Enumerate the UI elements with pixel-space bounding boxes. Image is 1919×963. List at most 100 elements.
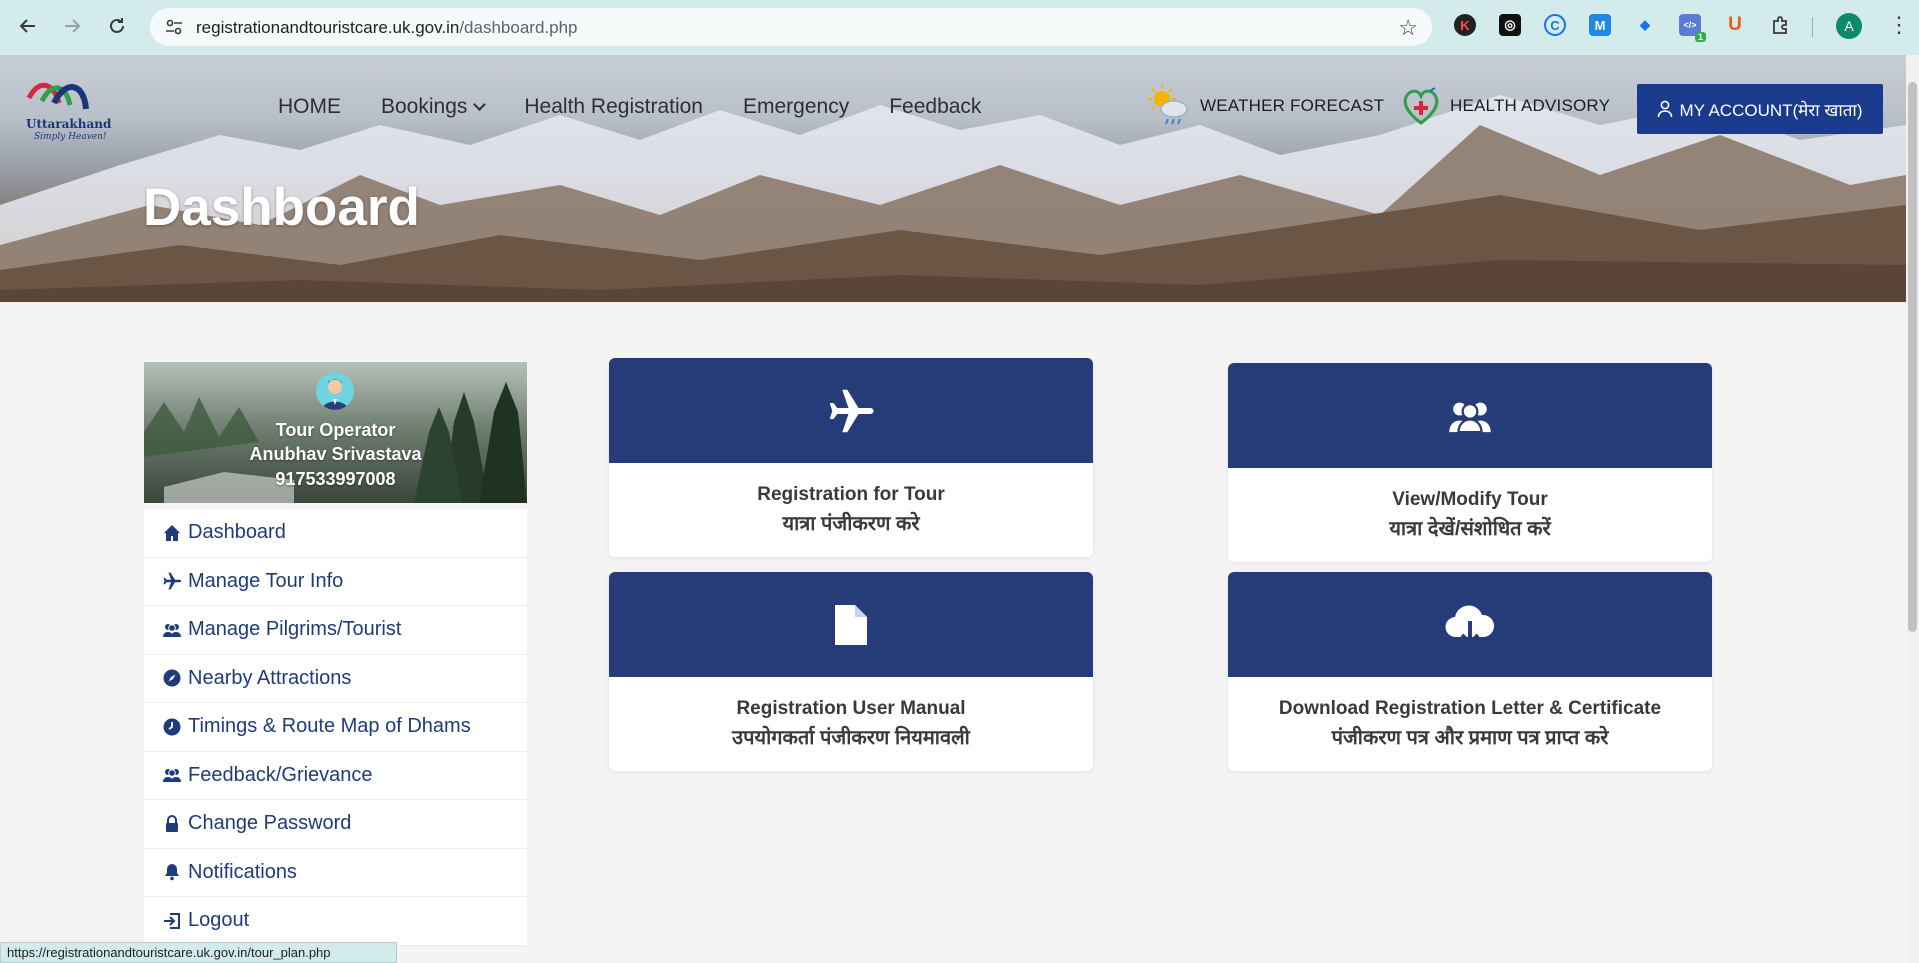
sidebar-item-label: Change Password: [188, 812, 352, 835]
compass-icon: [162, 668, 182, 688]
weather-cloud-sun-icon: [1148, 85, 1188, 125]
users-icon: [1449, 402, 1491, 433]
forward-icon[interactable]: [60, 14, 84, 38]
status-bar-url: https://registrationandtouristcare.uk.go…: [0, 942, 397, 963]
health-advisory-link[interactable]: HEALTH ADVISORY: [1400, 85, 1610, 127]
logout-icon: [162, 911, 182, 931]
sidebar-item-label: Logout: [188, 909, 250, 932]
back-icon[interactable]: [16, 14, 40, 38]
bookmark-star-icon[interactable]: ☆: [1398, 15, 1418, 41]
profile-card: Tour Operator Anubhav Srivastava 9175339…: [144, 362, 527, 503]
nav-health-registration[interactable]: Health Registration: [524, 95, 703, 119]
sidebar-item-logout[interactable]: Logout: [144, 897, 527, 946]
card-title-en: Registration User Manual: [736, 698, 966, 719]
home-icon: [162, 523, 182, 543]
card-view-modify-tour[interactable]: View/Modify Tour यात्रा देखें/संशोधित कर…: [1228, 363, 1712, 562]
toolbar-divider: [1812, 17, 1813, 37]
m-extension-icon[interactable]: M: [1589, 14, 1611, 36]
sidebar-item-nearby-attractions[interactable]: Nearby Attractions: [144, 655, 527, 703]
url-path: /dashboard.php: [459, 18, 578, 37]
url-host: registrationandtouristcare.uk.gov.in: [196, 18, 460, 37]
card-body: Registration for Tour यात्रा पंजीकरण करे: [609, 463, 1093, 557]
card-download-registration-letter[interactable]: Download Registration Letter & Certifica…: [1228, 572, 1712, 771]
card-title-en: Registration for Tour: [757, 484, 945, 505]
nav-bookings[interactable]: Bookings: [381, 95, 487, 119]
user-icon: [1658, 100, 1673, 118]
health-advisory-label: HEALTH ADVISORY: [1450, 96, 1611, 115]
profile-avatar[interactable]: A: [1836, 13, 1862, 39]
main-nav: HOME Bookings Health Registration Emerge…: [278, 95, 1021, 119]
card-title-hi: उपयोगकर्ता पंजीकरण नियमावली: [732, 727, 970, 749]
sidebar-item-manage-pilgrims[interactable]: Manage Pilgrims/Tourist: [144, 606, 527, 655]
extension-badge: 1: [1694, 32, 1706, 42]
sidebar-item-label: Nearby Attractions: [188, 666, 352, 689]
puzzle-extensions-icon[interactable]: [1770, 14, 1792, 36]
card-body: Registration User Manual उपयोगकर्ता पंजी…: [609, 677, 1093, 771]
users-icon: [162, 620, 182, 640]
more-menu-icon[interactable]: ⋮: [1888, 12, 1910, 38]
card-header: [1228, 363, 1712, 468]
site-info-icon[interactable]: [164, 17, 184, 37]
sidebar-item-dashboard[interactable]: Dashboard: [144, 509, 527, 558]
card-title-hi: पंजीकरण पत्र और प्रमाण पत्र प्राप्त करे: [1331, 727, 1609, 749]
sidebar-item-label: Manage Pilgrims/Tourist: [188, 618, 402, 641]
code-extension-icon[interactable]: </> 1: [1679, 14, 1706, 42]
card-body: View/Modify Tour यात्रा देखें/संशोधित कर…: [1228, 468, 1712, 562]
card-title-hi: यात्रा देखें/संशोधित करें: [1389, 518, 1551, 540]
avatar: [316, 372, 354, 410]
bell-icon: [162, 862, 182, 882]
u-extension-icon[interactable]: U: [1724, 14, 1746, 36]
page-title: Dashboard: [143, 178, 420, 237]
card-registration-for-tour[interactable]: Registration for Tour यात्रा पंजीकरण करे: [609, 358, 1093, 557]
card-title-en: View/Modify Tour: [1392, 489, 1548, 510]
logo-tagline: Simply Heaven!: [34, 132, 107, 142]
sidebar-item-label: Notifications: [188, 860, 297, 883]
weather-forecast-label: WEATHER FORECAST: [1200, 96, 1385, 115]
card-body: Download Registration Letter & Certifica…: [1228, 677, 1712, 771]
hero-banner: Uttarakhand Simply Heaven! HOME Bookings…: [0, 55, 1906, 302]
heart-health-icon: [1403, 87, 1439, 125]
card-registration-user-manual[interactable]: Registration User Manual उपयोगकर्ता पंजी…: [609, 572, 1093, 771]
card-title-hi: यात्रा पंजीकरण करे: [782, 513, 920, 535]
sidebar-item-manage-tour-info[interactable]: Manage Tour Info: [144, 558, 527, 606]
sidebar-item-feedback-grievance[interactable]: Feedback/Grievance: [144, 752, 527, 800]
chevron-down-icon: [473, 97, 487, 111]
tag-extension-icon[interactable]: ◆: [1634, 14, 1656, 36]
nav-feedback[interactable]: Feedback: [889, 95, 981, 119]
lock-icon: [162, 814, 182, 834]
my-account-label: MY ACCOUNT(मेरा खाता): [1679, 100, 1863, 120]
sidebar-item-label: Timings & Route Map of Dhams: [188, 715, 471, 738]
document-icon: [835, 604, 867, 645]
reload-icon[interactable]: [105, 14, 129, 38]
plane-icon: [162, 571, 182, 591]
my-account-button[interactable]: MY ACCOUNT(मेरा खाता): [1637, 84, 1883, 134]
card-header: [609, 358, 1093, 463]
address-bar[interactable]: registrationandtouristcare.uk.gov.in/das…: [150, 8, 1432, 46]
nav-home[interactable]: HOME: [278, 95, 341, 119]
card-header: [1228, 572, 1712, 677]
card-title-en: Download Registration Letter & Certifica…: [1278, 698, 1662, 719]
cloud-download-icon: [1445, 605, 1495, 646]
page-scrollbar-thumb[interactable]: [1908, 82, 1917, 632]
c-extension-icon[interactable]: C: [1544, 14, 1566, 36]
sidebar-menu: Dashboard Manage Tour Info Manage Pilgri…: [144, 509, 527, 946]
nav-emergency[interactable]: Emergency: [743, 95, 849, 119]
sidebar-item-label: Manage Tour Info: [188, 569, 344, 592]
sidebar-item-notifications[interactable]: Notifications: [144, 849, 527, 897]
sidebar-item-label: Dashboard: [188, 521, 286, 544]
url-text[interactable]: registrationandtouristcare.uk.gov.in/das…: [196, 18, 577, 38]
sidebar-item-label: Feedback/Grievance: [188, 763, 373, 786]
weather-forecast-link[interactable]: WEATHER FORECAST: [1146, 83, 1384, 129]
users-icon: [162, 765, 182, 785]
sidebar-item-change-password[interactable]: Change Password: [144, 800, 527, 849]
card-header: [609, 572, 1093, 677]
sidebar-item-timings-route[interactable]: Timings & Route Map of Dhams: [144, 703, 527, 752]
nav-bookings-label: Bookings: [381, 95, 468, 118]
profile-name: Anubhav Srivastava: [249, 444, 422, 464]
profile-phone: 917533997008: [275, 469, 396, 489]
k-extension-icon[interactable]: K: [1454, 14, 1476, 36]
profile-role: Tour Operator: [275, 420, 396, 440]
browser-toolbar: registrationandtouristcare.uk.gov.in/das…: [0, 0, 1919, 55]
clock-icon: [162, 717, 182, 737]
openai-extension-icon[interactable]: ◎: [1499, 14, 1521, 36]
